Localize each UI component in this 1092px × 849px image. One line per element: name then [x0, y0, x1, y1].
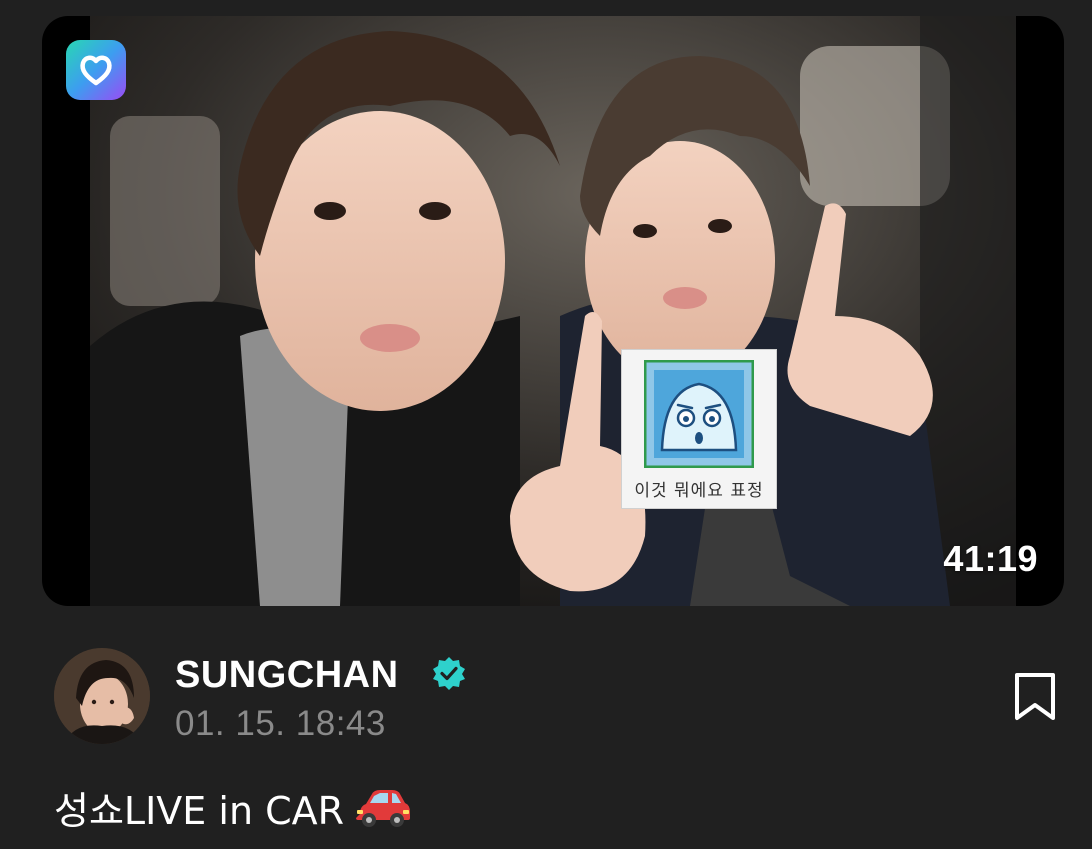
reaction-sticker: 이것 뭐에요 표정 — [622, 350, 776, 508]
post-title-row[interactable]: 성쇼LIVE in CAR — [54, 780, 412, 835]
post-title: 성쇼LIVE in CAR — [54, 789, 345, 833]
verified-badge-icon — [433, 657, 465, 690]
post-author-row: SUNGCHAN 01. 15. 18:43 — [54, 648, 1064, 744]
heart-app-logo-icon — [66, 40, 126, 100]
avatar[interactable] — [54, 648, 150, 744]
author-name[interactable]: SUNGCHAN — [175, 654, 399, 697]
sticker-caption: 이것 뭐에요 표정 — [634, 481, 764, 501]
bookmark-icon — [1015, 673, 1055, 720]
red-car-icon — [356, 790, 411, 827]
live-video-card[interactable]: 이것 뭐에요 표정 41:19 — [42, 16, 1064, 606]
video-thumbnail[interactable] — [90, 16, 1016, 606]
surprised-face-icon — [644, 360, 754, 468]
video-duration: 41:19 — [943, 538, 1038, 579]
post-timestamp: 01. 15. 18:43 — [175, 704, 386, 743]
bookmark-button[interactable] — [1010, 672, 1060, 722]
